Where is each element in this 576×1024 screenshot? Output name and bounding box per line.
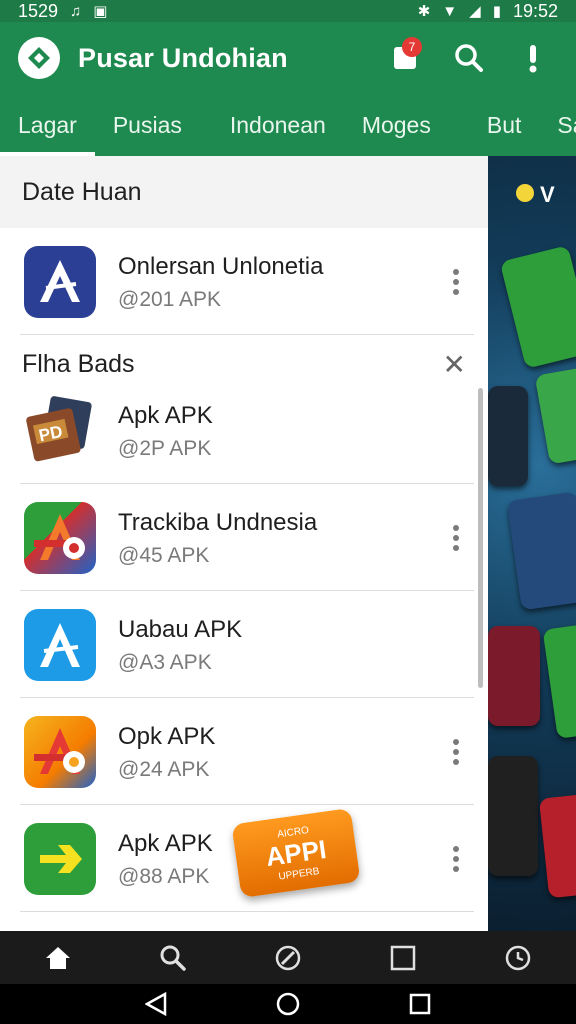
back-button[interactable] — [136, 984, 176, 1024]
tile-icon — [542, 623, 576, 739]
item-subtitle: @24 APK — [118, 758, 210, 782]
system-nav — [0, 984, 576, 1024]
status-bar: 1529 ♫ ▣ ✱ ▼ ◢ ▮ 19:52 — [0, 0, 576, 22]
notification-badge: 7 — [402, 37, 422, 57]
scrollbar[interactable] — [478, 388, 483, 688]
clock-icon — [506, 945, 531, 970]
arrow-icon — [24, 822, 96, 895]
item-title: Opk APK — [118, 722, 216, 750]
tab-sact[interactable]: Sact — [539, 94, 576, 156]
section-header-date-huan: Date Huan — [0, 156, 488, 228]
app-bar: Pusar Undohian 7 — [0, 22, 576, 94]
list-item[interactable]: Opk APK @24 APK — [0, 698, 488, 805]
recents-button[interactable] — [400, 984, 440, 1024]
image-icon: ▣ — [93, 2, 108, 20]
blue-store-icon — [24, 608, 96, 681]
bulb-icon — [516, 184, 534, 202]
more-options-icon[interactable] — [444, 520, 468, 556]
home-button[interactable] — [268, 984, 308, 1024]
tile-icon — [506, 491, 576, 611]
nav-history[interactable] — [491, 931, 545, 984]
item-subtitle: @201 APK — [118, 288, 222, 312]
item-title: Onlersan Unlonetia — [118, 252, 324, 280]
side-panel: V — [488, 156, 576, 931]
tab-lagar[interactable]: Lagar — [0, 94, 95, 156]
battery-icon: ▮ — [492, 2, 501, 20]
pd-cards-icon: PD — [24, 395, 96, 467]
status-time-right: 19:52 — [512, 0, 558, 21]
tab-moges[interactable]: Moges — [344, 94, 449, 156]
recents-icon — [409, 993, 431, 1015]
back-icon — [145, 992, 167, 1016]
more-options-icon[interactable] — [444, 841, 468, 877]
info-button[interactable] — [508, 33, 558, 83]
nav-search[interactable] — [146, 931, 200, 984]
more-options-icon[interactable] — [444, 264, 468, 300]
section-title: Flha Bads — [22, 349, 135, 378]
compass-icon — [275, 945, 301, 970]
item-title: Apk APK — [118, 401, 213, 429]
status-left: 1529 ♫ ▣ — [18, 1, 107, 22]
item-subtitle: @2P APK — [118, 437, 212, 461]
list-item[interactable]: Trackiba Undnesia @45 APK — [0, 484, 488, 591]
section-title: Date Huan — [22, 177, 142, 206]
list-item[interactable]: Uabau APK @A3 APK — [0, 591, 488, 698]
tile-icon — [534, 365, 576, 465]
item-text: Onlersan Unlonetia @201 APK — [118, 251, 444, 312]
wifi-icon: ▼ — [442, 2, 458, 20]
tab-bar: Lagar Pusias Indonean Moges But Sact — [0, 94, 576, 156]
item-text: Opk APK @24 APK — [118, 721, 444, 782]
app-logo-icon[interactable] — [18, 37, 60, 79]
tab-indonean[interactable]: Indonean — [200, 94, 344, 156]
item-subtitle: @45 APK — [118, 544, 210, 568]
tab-but[interactable]: But — [449, 94, 540, 156]
status-right: ✱ ▼ ◢ ▮ 19:52 — [418, 1, 558, 22]
item-title: Trackiba Undnesia — [118, 508, 318, 536]
list-item[interactable]: PD Apk APK @2P APK — [0, 377, 488, 484]
orange-store-icon — [24, 715, 96, 788]
search-button[interactable] — [444, 33, 494, 83]
nav-home[interactable] — [31, 931, 85, 984]
tile-icon — [499, 245, 576, 369]
home-icon — [45, 946, 70, 969]
notification-button[interactable]: 7 — [380, 33, 430, 83]
store-icon — [24, 245, 96, 318]
signal-icon: ◢ — [469, 2, 481, 20]
item-text: Apk APK @2P APK — [118, 400, 468, 461]
bluetooth-icon: ✱ — [417, 2, 431, 20]
nav-explore[interactable] — [261, 931, 315, 984]
search-icon — [160, 945, 186, 971]
music-icon: ♫ — [70, 2, 82, 20]
red-store-icon — [24, 501, 96, 574]
tile-icon — [488, 386, 528, 486]
square-icon — [390, 945, 416, 970]
tile-icon — [488, 626, 540, 726]
item-text: Trackiba Undnesia @45 APK — [118, 507, 444, 568]
tile-icon — [538, 793, 576, 899]
app-title: Pusar Undohian — [78, 42, 288, 73]
tile-icon — [488, 756, 538, 876]
item-text: Uabau APK @A3 APK — [118, 614, 468, 675]
bottom-nav — [0, 931, 576, 984]
more-options-icon[interactable] — [444, 734, 468, 770]
close-icon[interactable]: ✕ — [443, 348, 466, 381]
home-circle-icon — [276, 992, 300, 1016]
list-item[interactable]: Onlersan Unlonetia @201 APK — [0, 228, 488, 335]
side-panel-label: V — [540, 182, 555, 207]
search-icon — [455, 44, 483, 72]
status-time-left: 1529 — [18, 0, 59, 21]
tab-pusias[interactable]: Pusias — [95, 94, 200, 156]
item-subtitle: @A3 APK — [118, 651, 212, 675]
info-icon — [529, 45, 537, 73]
nav-library[interactable] — [376, 931, 430, 984]
app-list-sheet: Date Huan Onlersan Unlonetia @201 APK Fl… — [0, 156, 488, 931]
item-title: Uabau APK — [118, 615, 243, 643]
